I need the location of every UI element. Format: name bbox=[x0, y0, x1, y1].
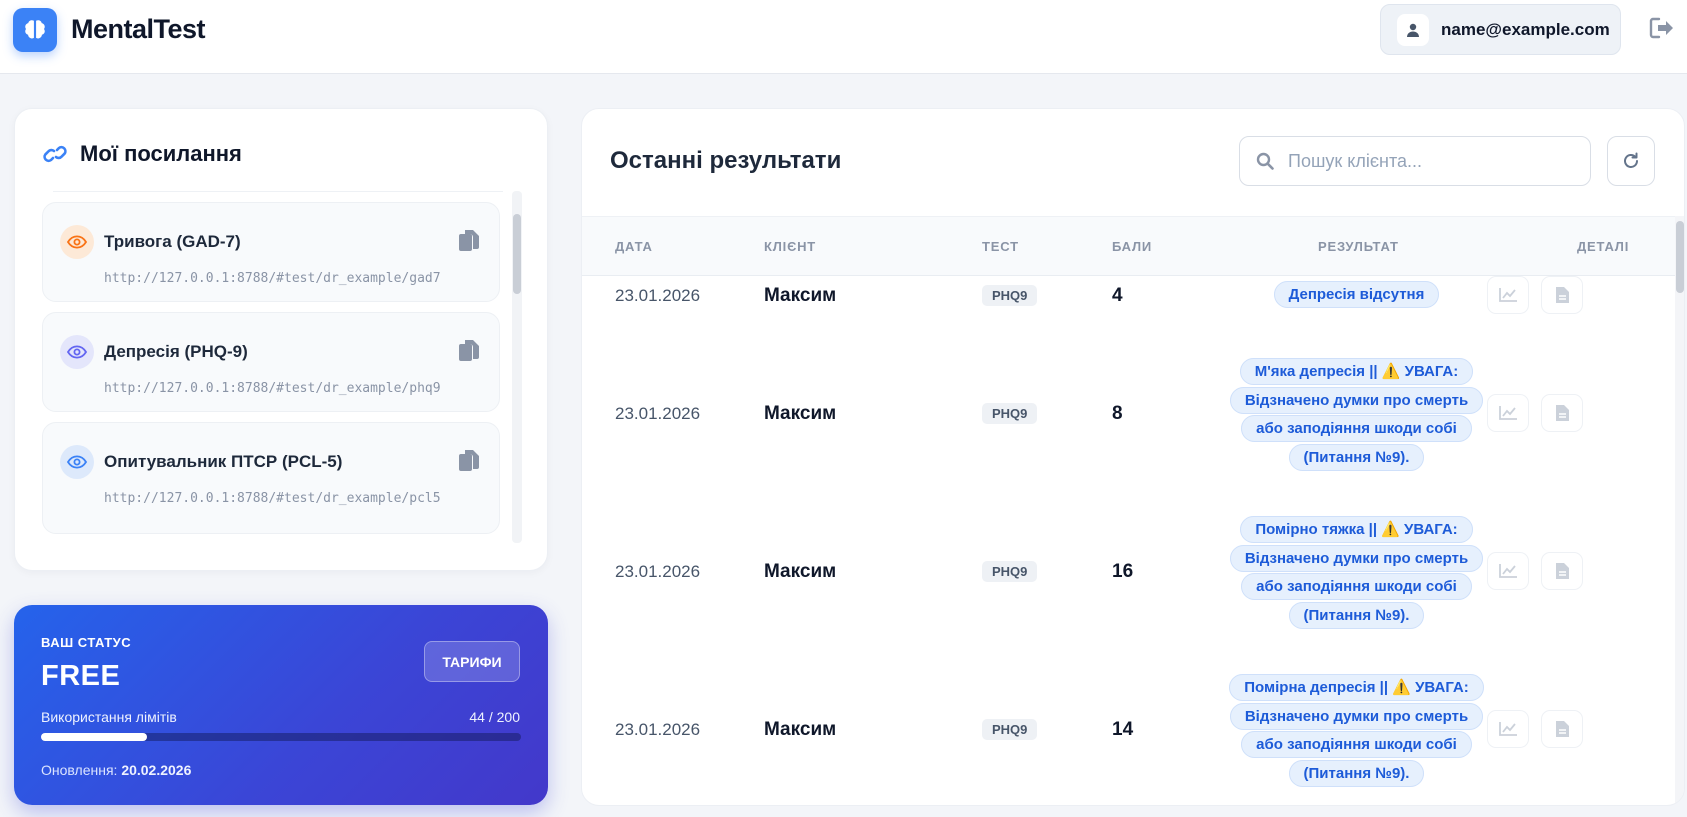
link-item-pcl5[interactable]: Опитувальник ПТСР (PCL-5) http://127.0.0… bbox=[42, 422, 500, 534]
column-date[interactable]: ДАТА bbox=[615, 239, 653, 254]
table-row[interactable]: 23.01.2026 Максим PHQ9 14 Помірна депрес… bbox=[582, 672, 1672, 805]
column-client[interactable]: КЛІЄНТ bbox=[764, 239, 816, 254]
link-url: http://127.0.0.1:8788/#test/dr_example/g… bbox=[104, 271, 441, 286]
row-date: 23.01.2026 bbox=[615, 562, 701, 581]
results-card: Останні результати ДАТА КЛІЄНТ ТЕСТ БАЛИ… bbox=[581, 108, 1685, 806]
row-date: 23.01.2026 bbox=[615, 286, 701, 305]
row-client[interactable]: Максим bbox=[764, 719, 836, 741]
row-result: Депресія відсутня bbox=[1229, 281, 1484, 310]
chart-icon[interactable] bbox=[1487, 552, 1529, 590]
brain-logo-icon[interactable] bbox=[13, 8, 57, 52]
column-score[interactable]: БАЛИ bbox=[1112, 239, 1152, 254]
row-result: М'яка депресія || ⚠️ УВАГА: Відзначено д… bbox=[1229, 358, 1484, 472]
tariffs-button[interactable]: ТАРИФИ bbox=[424, 641, 520, 682]
renewal-date: 20.02.2026 bbox=[121, 762, 192, 778]
search-box[interactable] bbox=[1239, 136, 1591, 186]
links-card: Мої посилання Тривога (GAD-7) http://127… bbox=[14, 108, 548, 571]
row-score: 16 bbox=[1112, 561, 1134, 582]
links-divider bbox=[53, 191, 503, 192]
file-icon[interactable] bbox=[1541, 552, 1583, 590]
row-test-badge: PHQ9 bbox=[982, 403, 1038, 424]
row-test-badge: PHQ9 bbox=[982, 561, 1038, 582]
row-score: 8 bbox=[1112, 403, 1123, 424]
result-badge: М'яка депресія || ⚠️ УВАГА: Відзначено д… bbox=[1229, 358, 1484, 471]
file-icon[interactable] bbox=[1541, 276, 1583, 314]
results-table-header: ДАТА КЛІЄНТ ТЕСТ БАЛИ РЕЗУЛЬТАТ ДЕТАЛІ bbox=[582, 216, 1684, 276]
eye-icon[interactable] bbox=[60, 335, 94, 369]
refresh-icon bbox=[1624, 152, 1638, 168]
links-header: Мої посилання bbox=[42, 141, 242, 167]
search-icon bbox=[1256, 152, 1274, 170]
eye-icon[interactable] bbox=[60, 225, 94, 259]
chart-icon[interactable] bbox=[1487, 276, 1529, 314]
copy-icon[interactable] bbox=[456, 447, 482, 475]
results-scroll-thumb[interactable] bbox=[1676, 221, 1684, 293]
renewal-info: Оновлення: 20.02.2026 bbox=[41, 762, 191, 778]
result-badge: Депресія відсутня bbox=[1273, 281, 1440, 308]
user-account-pill[interactable]: name@example.com bbox=[1380, 4, 1621, 55]
search-input[interactable] bbox=[1288, 150, 1578, 172]
table-row[interactable]: 23.01.2026 Максим PHQ9 8 М'яка депресія … bbox=[582, 356, 1672, 513]
copy-icon[interactable] bbox=[456, 227, 482, 255]
row-result: Помірна депресія || ⚠️ УВАГА: Відзначено… bbox=[1229, 674, 1484, 788]
subscription-status-card: ВАШ СТАТУС FREE ТАРИФИ Використання лімі… bbox=[14, 605, 548, 805]
row-client[interactable]: Максим bbox=[764, 285, 836, 307]
links-scroll-thumb[interactable] bbox=[513, 214, 521, 294]
row-score: 4 bbox=[1112, 285, 1123, 306]
row-test-badge: PHQ9 bbox=[982, 719, 1038, 740]
file-icon[interactable] bbox=[1541, 710, 1583, 748]
logout-icon[interactable] bbox=[1648, 14, 1676, 42]
usage-progress-fill bbox=[41, 733, 147, 741]
column-details[interactable]: ДЕТАЛІ bbox=[1577, 239, 1629, 254]
link-name: Депресія (PHQ-9) bbox=[104, 342, 248, 361]
row-date: 23.01.2026 bbox=[615, 720, 701, 739]
link-name: Опитувальник ПТСР (PCL-5) bbox=[104, 452, 343, 471]
result-badge: Помірно тяжка || ⚠️ УВАГА: Відзначено ду… bbox=[1229, 516, 1484, 629]
file-icon[interactable] bbox=[1541, 394, 1583, 432]
link-item-gad7[interactable]: Тривога (GAD-7) http://127.0.0.1:8788/#t… bbox=[42, 202, 500, 302]
user-icon bbox=[1397, 13, 1429, 46]
table-row[interactable]: 23.01.2026 Максим PHQ9 16 Помірно тяжка … bbox=[582, 514, 1672, 671]
link-item-phq9[interactable]: Депресія (PHQ-9) http://127.0.0.1:8788/#… bbox=[42, 312, 500, 412]
usage-label: Використання лімітів bbox=[41, 709, 177, 725]
row-date: 23.01.2026 bbox=[615, 404, 701, 423]
chart-icon[interactable] bbox=[1487, 710, 1529, 748]
row-result: Помірно тяжка || ⚠️ УВАГА: Відзначено ду… bbox=[1229, 516, 1484, 630]
refresh-button[interactable] bbox=[1607, 136, 1655, 186]
results-scrollbar[interactable] bbox=[1675, 216, 1684, 805]
result-badge: Помірна депресія || ⚠️ УВАГА: Відзначено… bbox=[1229, 674, 1484, 787]
brand-name: MentalTest bbox=[71, 14, 206, 44]
row-test-badge: PHQ9 bbox=[982, 285, 1038, 306]
copy-icon[interactable] bbox=[456, 337, 482, 365]
results-table-body: 23.01.2026 Максим PHQ9 4 Депресія відсут… bbox=[582, 276, 1684, 805]
usage-count: 44 / 200 bbox=[469, 709, 520, 725]
eye-icon[interactable] bbox=[60, 445, 94, 479]
status-value: FREE bbox=[41, 660, 121, 692]
link-url: http://127.0.0.1:8788/#test/dr_example/p… bbox=[104, 381, 441, 396]
link-url: http://127.0.0.1:8788/#test/dr_example/p… bbox=[104, 491, 441, 506]
column-result[interactable]: РЕЗУЛЬТАТ bbox=[1318, 239, 1399, 254]
column-test[interactable]: ТЕСТ bbox=[982, 239, 1019, 254]
table-row[interactable]: 23.01.2026 Максим PHQ9 4 Депресія відсут… bbox=[582, 276, 1672, 356]
status-label: ВАШ СТАТУС bbox=[41, 635, 132, 650]
row-client[interactable]: Максим bbox=[764, 561, 836, 583]
row-client[interactable]: Максим bbox=[764, 403, 836, 425]
results-title: Останні результати bbox=[610, 147, 842, 174]
chart-icon[interactable] bbox=[1487, 394, 1529, 432]
usage-progress-bar bbox=[41, 733, 521, 741]
renewal-label: Оновлення: bbox=[41, 762, 118, 778]
links-title: Мої посилання bbox=[80, 141, 242, 166]
link-name: Тривога (GAD-7) bbox=[104, 232, 241, 251]
row-score: 14 bbox=[1112, 719, 1134, 740]
link-icon bbox=[43, 145, 67, 163]
top-header: MentalTest name@example.com bbox=[0, 0, 1687, 74]
user-email: name@example.com bbox=[1441, 19, 1610, 39]
